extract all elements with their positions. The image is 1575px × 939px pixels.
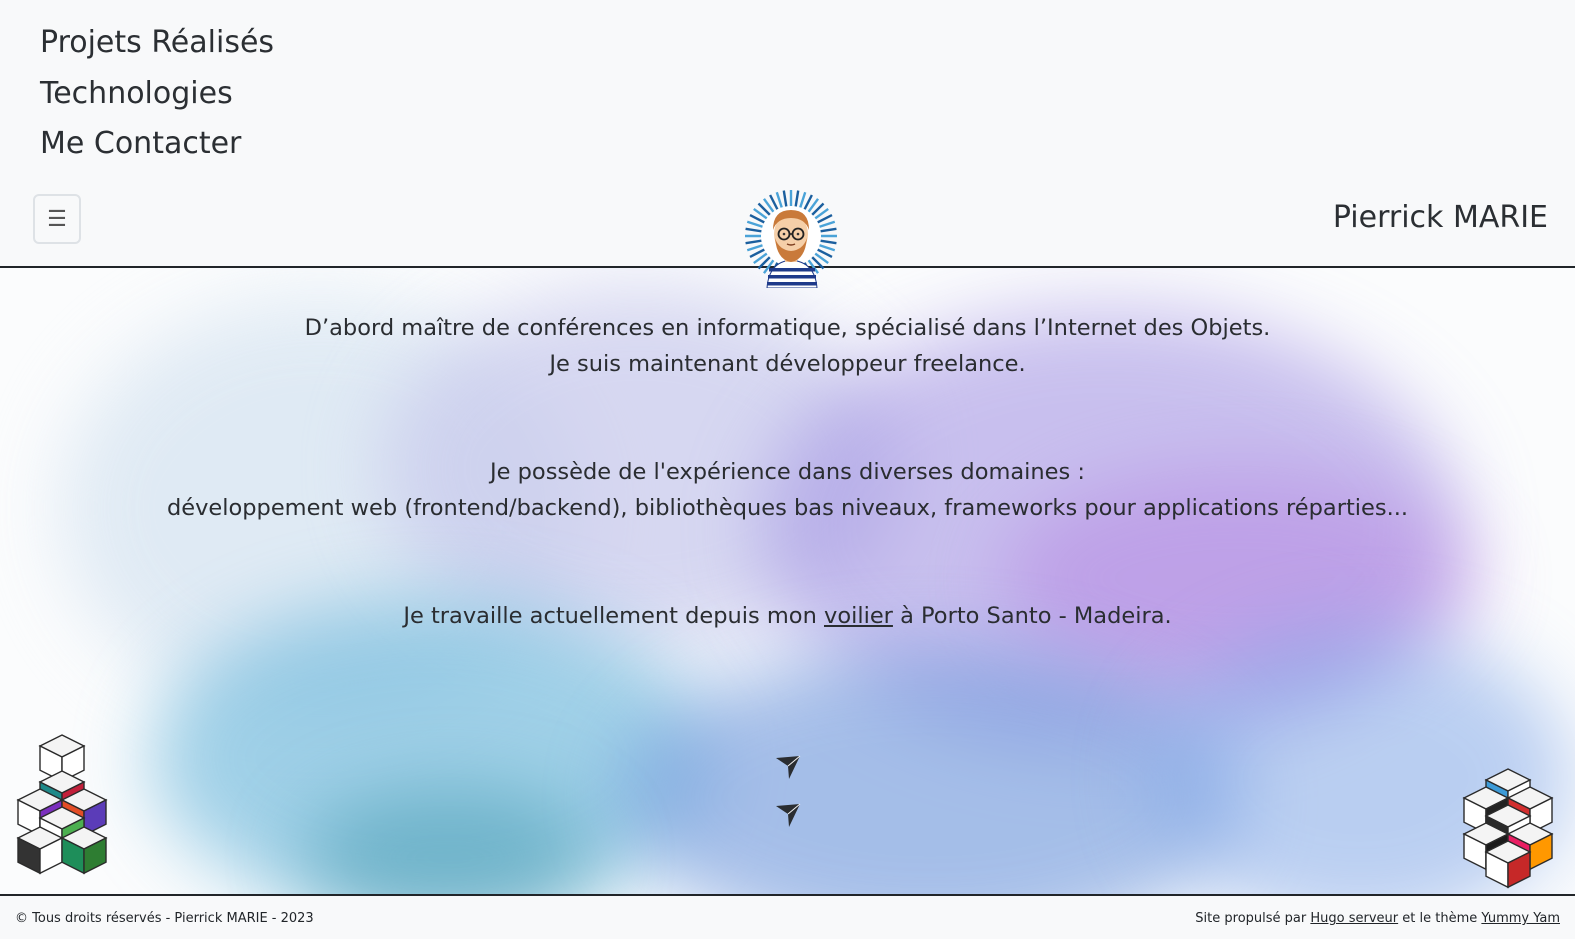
theme-link[interactable]: Yummy Yam — [1481, 911, 1560, 926]
nav-item-projets[interactable]: Projets Réalisés — [40, 18, 274, 69]
intro-line: à Porto Santo - Madeira. — [900, 603, 1172, 629]
copyright-text: © Tous droits réservés - Pierrick MARIE … — [15, 911, 314, 926]
scroll-down-arrow-icon[interactable] — [775, 754, 801, 780]
site-footer: © Tous droits réservés - Pierrick MARIE … — [0, 894, 1575, 939]
intro-paragraph-3: Je travaille actuellement depuis mon voi… — [0, 598, 1575, 634]
hamburger-icon: ☰ — [47, 206, 67, 231]
intro-line: développement web (frontend/backend), bi… — [166, 495, 1409, 521]
scroll-down-arrow-icon[interactable] — [775, 802, 801, 828]
avatar[interactable] — [745, 190, 839, 288]
voilier-link[interactable]: voilier — [824, 603, 893, 629]
intro-line: Je travaille actuellement depuis mon — [403, 603, 817, 629]
tech-cubes-left-icon — [16, 734, 108, 875]
hero-section: D’abord maître de conférences en informa… — [0, 268, 1575, 894]
powered-prefix: Site propulsé par — [1195, 911, 1307, 926]
theme-prefix: et le thème — [1402, 911, 1478, 926]
nav-menu: Projets Réalisés Technologies Me Contact… — [40, 18, 274, 170]
intro-text: D’abord maître de conférences en informa… — [0, 268, 1575, 634]
tech-cubes-right-icon — [1462, 768, 1554, 889]
powered-by: Site propulsé par Hugo serveur et le thè… — [1195, 911, 1560, 926]
intro-line: Je possède de l'expérience dans diverses… — [490, 459, 1085, 485]
intro-line: D’abord maître de conférences en informa… — [304, 315, 1271, 341]
nav-item-contact[interactable]: Me Contacter — [40, 119, 274, 170]
intro-paragraph-2: Je possède de l'expérience dans diverses… — [0, 454, 1575, 526]
intro-line: Je suis maintenant développeur freelance… — [549, 351, 1026, 377]
hugo-link[interactable]: Hugo serveur — [1310, 911, 1398, 926]
intro-paragraph-1: D’abord maître de conférences en informa… — [0, 310, 1575, 382]
site-brand[interactable]: Pierrick MARIE — [1333, 196, 1548, 240]
menu-toggle-button[interactable]: ☰ — [33, 194, 81, 244]
nav-item-technologies[interactable]: Technologies — [40, 69, 274, 120]
